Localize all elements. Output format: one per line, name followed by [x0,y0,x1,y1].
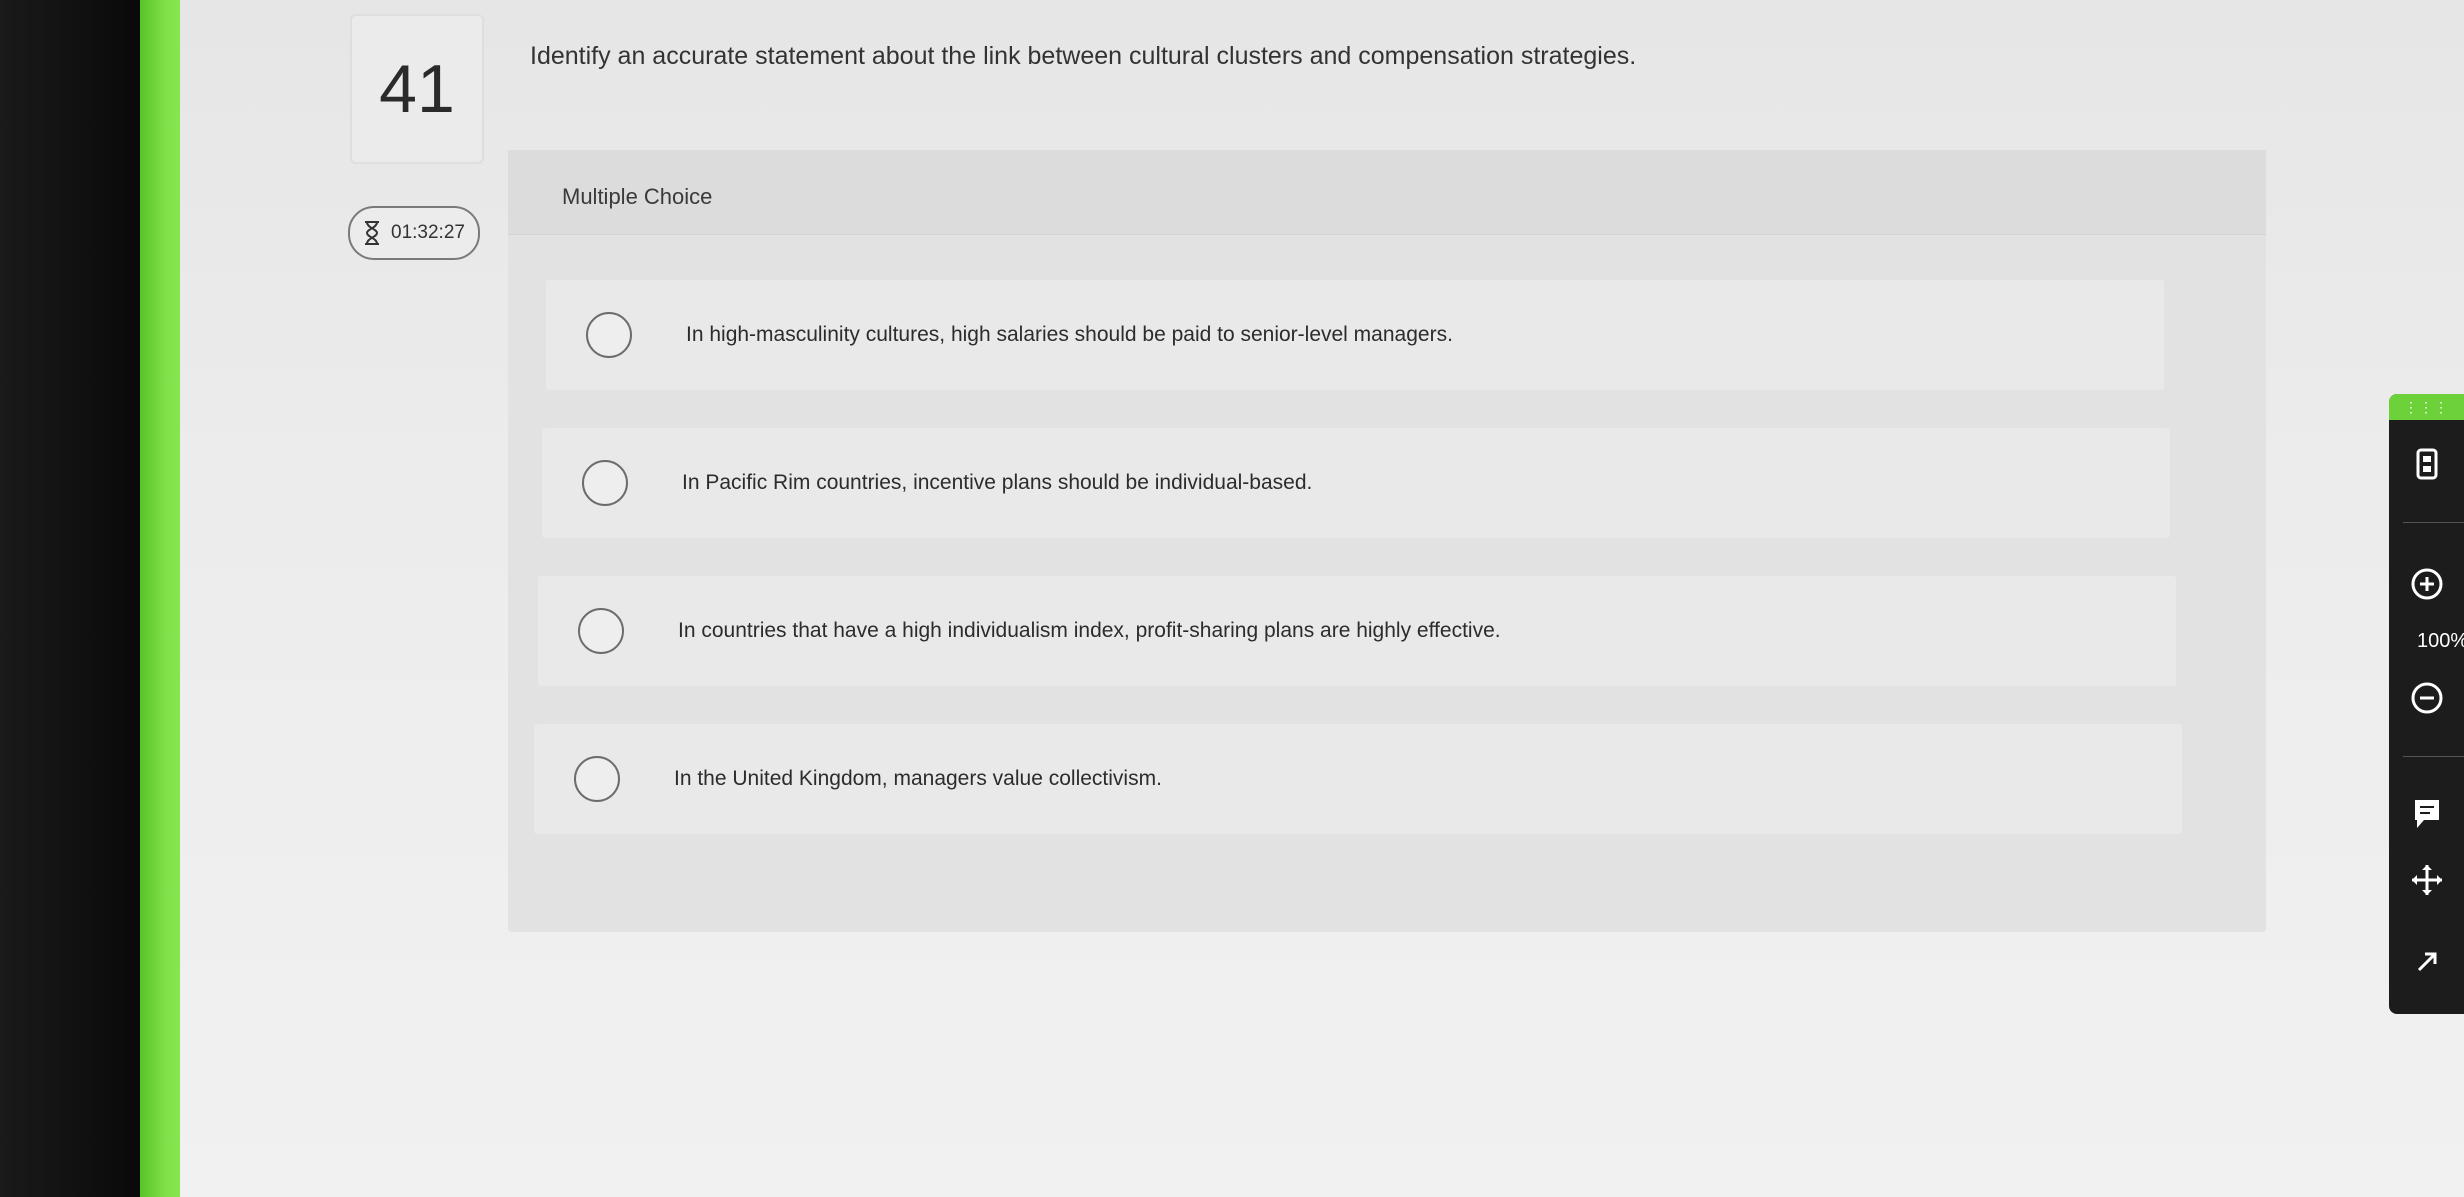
multiple-choice-header: Multiple Choice [508,150,2266,235]
side-toolbar: ⋮⋮⋮ 100% [2389,394,2464,1014]
zoom-level: 100% [2417,630,2464,652]
move-icon[interactable] [2389,860,2464,900]
timer-value: 01:32:27 [391,222,465,243]
hourglass-icon [365,221,380,245]
choice-option-2[interactable]: In Pacific Rim countries, incentive plan… [542,428,2170,538]
calculator-icon[interactable] [2389,444,2464,484]
quiz-screen: 41 01:32:27 Identify an accurate stateme… [180,0,2464,1197]
multiple-choice-panel: Multiple Choice In high-masculinity cult… [508,150,2266,932]
radio-button[interactable] [582,460,628,506]
zoom-in-icon[interactable] [2389,564,2464,604]
question-number: 41 [350,14,484,164]
choice-text: In high-masculinity cultures, high salar… [686,323,1453,346]
radio-button[interactable] [578,608,624,654]
expand-icon[interactable] [2389,942,2464,982]
notes-icon[interactable] [2389,794,2464,834]
timer-badge: 01:32:27 [348,206,480,260]
choice-option-1[interactable]: In high-masculinity cultures, high salar… [546,280,2164,390]
zoom-out-icon[interactable] [2389,678,2464,718]
multiple-choice-label: Multiple Choice [562,184,713,209]
choice-option-3[interactable]: In countries that have a high individual… [538,576,2176,686]
choice-text: In Pacific Rim countries, incentive plan… [682,471,1313,494]
question-text: Identify an accurate statement about the… [530,42,1637,70]
toolbar-drag-handle[interactable]: ⋮⋮⋮ [2389,394,2464,420]
choice-text: In countries that have a high individual… [678,619,1501,642]
radio-button[interactable] [586,312,632,358]
choice-option-4[interactable]: In the United Kingdom, managers value co… [534,724,2182,834]
radio-button[interactable] [574,756,620,802]
choice-text: In the United Kingdom, managers value co… [674,767,1162,790]
